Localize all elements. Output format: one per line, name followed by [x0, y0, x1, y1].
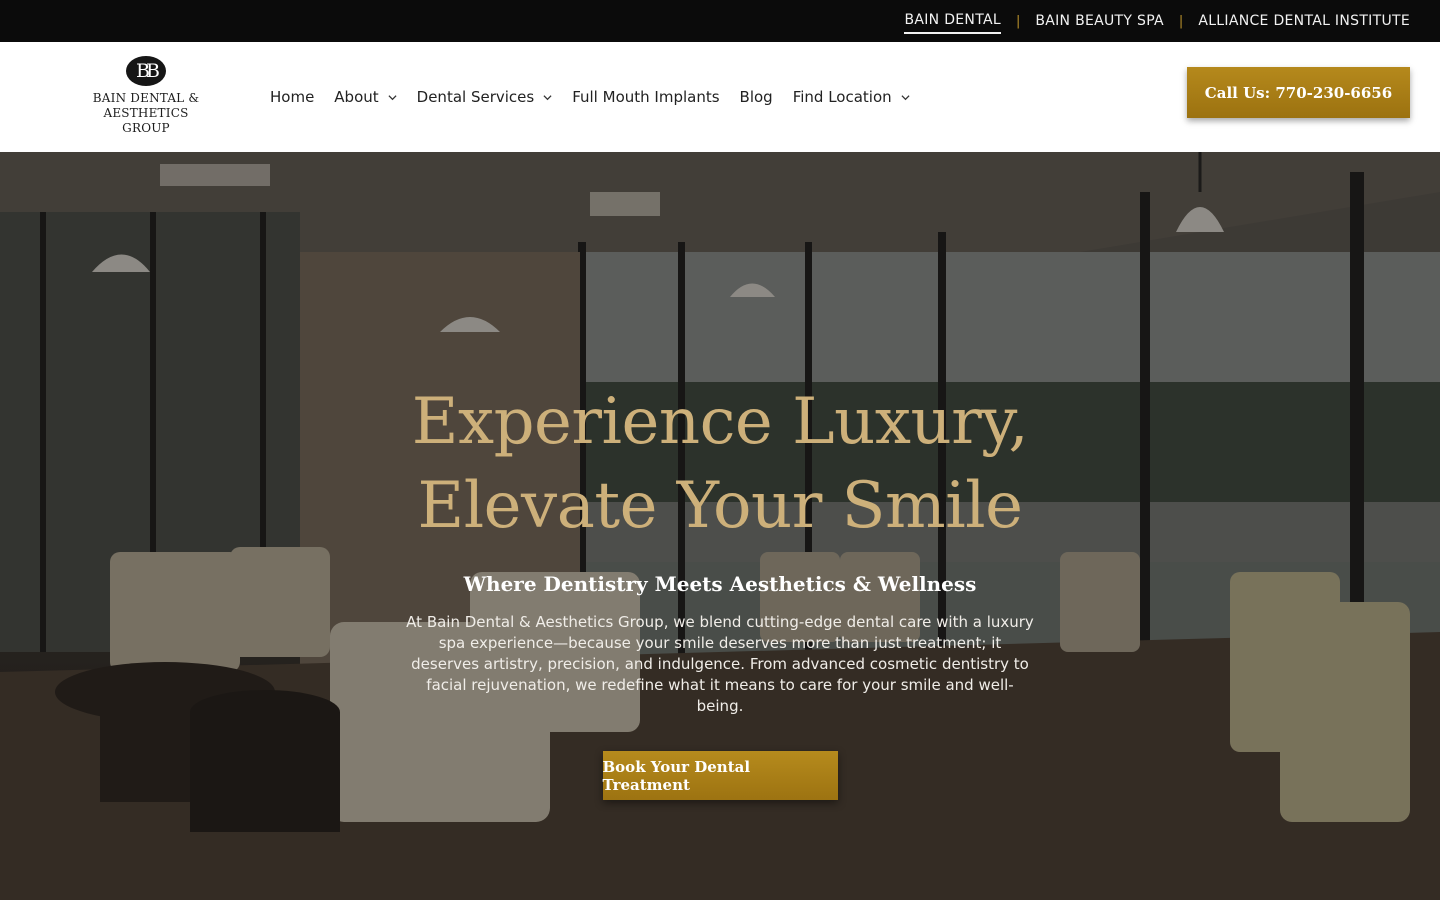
- topbar-link-bain-beauty-spa[interactable]: BAIN BEAUTY SPA: [1035, 13, 1164, 33]
- chevron-down-icon: [543, 94, 552, 100]
- nav-item-label: Dental Services: [416, 88, 535, 106]
- nav-item-label: Find Location: [792, 88, 892, 106]
- nav-item-dental-services[interactable]: Dental Services: [417, 88, 553, 106]
- nav-item-label: Full Mouth Implants: [572, 88, 720, 106]
- logo-line-1: BAIN DENTAL &: [92, 91, 200, 105]
- nav-item-full-mouth-implants[interactable]: Full Mouth Implants: [572, 88, 719, 106]
- nav-item-blog[interactable]: Blog: [740, 88, 773, 106]
- site-header: BB BAIN DENTAL & AESTHETICS GROUP Home A…: [0, 42, 1440, 152]
- nav-item-label: About: [334, 88, 379, 106]
- hero-description: At Bain Dental & Aesthetics Group, we bl…: [406, 613, 1034, 715]
- nav-item-home[interactable]: Home: [270, 88, 314, 106]
- topbar-separator: |: [1178, 13, 1184, 29]
- topbar-link-alliance-dental-institute[interactable]: ALLIANCE DENTAL INSTITUTE: [1198, 13, 1410, 33]
- hero-subtitle: Where Dentistry Meets Aesthetics & Welln…: [463, 572, 977, 596]
- main-nav: Home About Dental Services Full Mouth Im…: [270, 42, 930, 152]
- topbar-separator: |: [1015, 13, 1021, 29]
- logo-monogram: BB: [126, 56, 166, 86]
- book-dental-treatment-button[interactable]: Book Your Dental Treatment: [602, 751, 838, 800]
- hero-title: Experience Luxury, Elevate Your Smile: [412, 380, 1029, 548]
- hero-title-line-2: Elevate Your Smile: [417, 469, 1023, 543]
- nav-item-label: Blog: [739, 88, 773, 106]
- chevron-down-icon: [388, 94, 397, 100]
- logo-line-2: AESTHETICS GROUP: [103, 106, 189, 135]
- call-us-button[interactable]: Call Us: 770-230-6656: [1187, 67, 1410, 118]
- hero-content: Experience Luxury, Elevate Your Smile Wh…: [0, 380, 1440, 800]
- logo-wordmark: BAIN DENTAL & AESTHETICS GROUP: [78, 91, 214, 136]
- nav-item-about[interactable]: About: [334, 88, 397, 106]
- site-logo[interactable]: BB BAIN DENTAL & AESTHETICS GROUP: [78, 56, 214, 136]
- top-utility-bar: BAIN DENTAL | BAIN BEAUTY SPA | ALLIANCE…: [0, 0, 1440, 42]
- nav-item-label: Home: [270, 88, 315, 106]
- hero-section: Experience Luxury, Elevate Your Smile Wh…: [0, 152, 1440, 900]
- topbar-link-bain-dental[interactable]: BAIN DENTAL: [904, 12, 1001, 34]
- nav-item-find-location[interactable]: Find Location: [793, 88, 910, 106]
- chevron-down-icon: [901, 94, 910, 100]
- hero-title-line-1: Experience Luxury,: [411, 385, 1029, 459]
